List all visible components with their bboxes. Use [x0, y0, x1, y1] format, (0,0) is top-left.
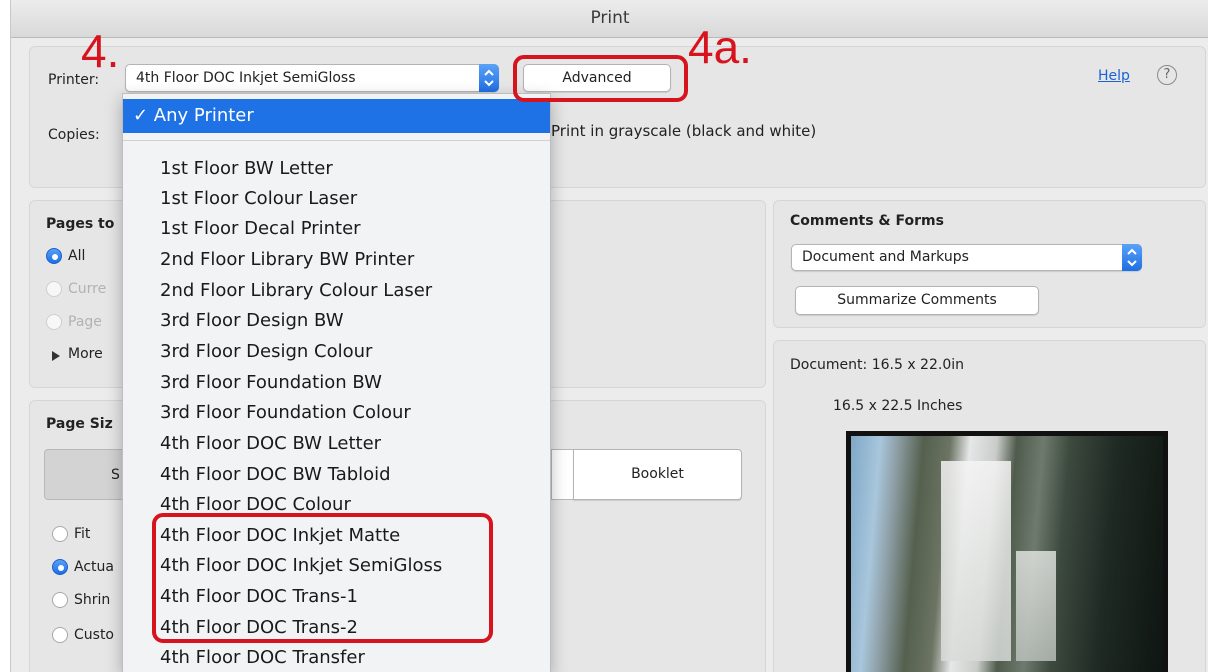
dropdown-item[interactable]: 3rd Floor Design BW — [160, 310, 344, 332]
help-icon[interactable]: ? — [1157, 65, 1177, 85]
menu-separator — [123, 140, 550, 141]
dropdown-item[interactable]: 2nd Floor Library BW Printer — [160, 249, 414, 271]
dropdown-item[interactable]: 1st Floor Colour Laser — [160, 188, 357, 210]
dropdown-item[interactable]: 3rd Floor Design Colour — [160, 341, 372, 363]
size-tab-label: S — [111, 467, 120, 483]
summarize-comments-button[interactable]: Summarize Comments — [795, 286, 1039, 315]
annotation-box-printers — [152, 513, 493, 643]
comments-forms-select-value: Document and Markups — [802, 249, 969, 265]
printer-select[interactable]: 4th Floor DOC Inkjet SemiGloss — [125, 64, 499, 92]
select-stepper-icon — [479, 64, 499, 92]
window-title: Print — [11, 0, 1208, 38]
dropdown-item[interactable]: 4th Floor DOC Transfer — [160, 647, 365, 669]
pages-range-radio[interactable] — [46, 314, 62, 330]
dropdown-item[interactable]: 1st Floor BW Letter — [160, 158, 333, 180]
fit-radio[interactable] — [52, 526, 68, 542]
booklet-button[interactable]: Booklet — [573, 449, 742, 500]
select-stepper-icon — [1122, 244, 1142, 271]
dropdown-item[interactable]: 1st Floor Decal Printer — [160, 218, 361, 240]
dropdown-item-any-printer[interactable]: ✓ Any Printer — [123, 99, 550, 133]
printer-select-value: 4th Floor DOC Inkjet SemiGloss — [136, 70, 356, 86]
document-size-label: Document: 16.5 x 22.0in — [790, 357, 964, 373]
pages-range-label: Page — [68, 314, 102, 330]
custom-scale-radio[interactable] — [52, 627, 68, 643]
custom-scale-label: Custo — [74, 627, 114, 643]
page-preview-image — [846, 431, 1168, 672]
comments-forms-select[interactable]: Document and Markups — [791, 244, 1142, 271]
copies-label: Copies: — [48, 127, 100, 143]
shrink-label: Shrin — [74, 592, 111, 608]
print-dialog: Print Printer: 4th Floor DOC Inkjet Semi… — [10, 0, 1208, 672]
more-options-label[interactable]: More — [68, 346, 103, 362]
dropdown-item[interactable]: 4th Floor DOC BW Tabloid — [160, 464, 391, 486]
pages-title: Pages to — [46, 216, 115, 232]
pages-all-radio[interactable] — [46, 248, 62, 264]
annotation-box-advanced — [513, 55, 688, 102]
pages-current-radio[interactable] — [46, 281, 62, 297]
annotation-step-4: 4. — [81, 25, 120, 77]
annotation-step-4a: 4a. — [688, 21, 752, 73]
fit-label: Fit — [74, 526, 91, 542]
pages-all-label: All — [68, 248, 86, 264]
grayscale-option-label[interactable]: Print in grayscale (black and white) — [551, 122, 816, 140]
disclosure-triangle-icon[interactable] — [52, 351, 60, 361]
comments-forms-title: Comments & Forms — [790, 213, 944, 229]
pages-current-label: Curre — [68, 281, 107, 297]
dropdown-item[interactable]: 3rd Floor Foundation BW — [160, 372, 382, 394]
dropdown-item[interactable]: 2nd Floor Library Colour Laser — [160, 280, 432, 302]
shrink-radio[interactable] — [52, 592, 68, 608]
help-link[interactable]: Help — [1098, 68, 1130, 84]
dropdown-item[interactable]: 4th Floor DOC BW Letter — [160, 433, 381, 455]
dropdown-item[interactable]: 3rd Floor Foundation Colour — [160, 402, 411, 424]
actual-size-label: Actua — [74, 559, 114, 575]
paper-size-label: 16.5 x 22.5 Inches — [833, 398, 963, 414]
page-size-title: Page Siz — [46, 416, 113, 432]
actual-size-radio[interactable] — [52, 559, 68, 575]
size-tab-button[interactable]: S — [44, 449, 134, 500]
tab-segment[interactable] — [551, 449, 574, 500]
